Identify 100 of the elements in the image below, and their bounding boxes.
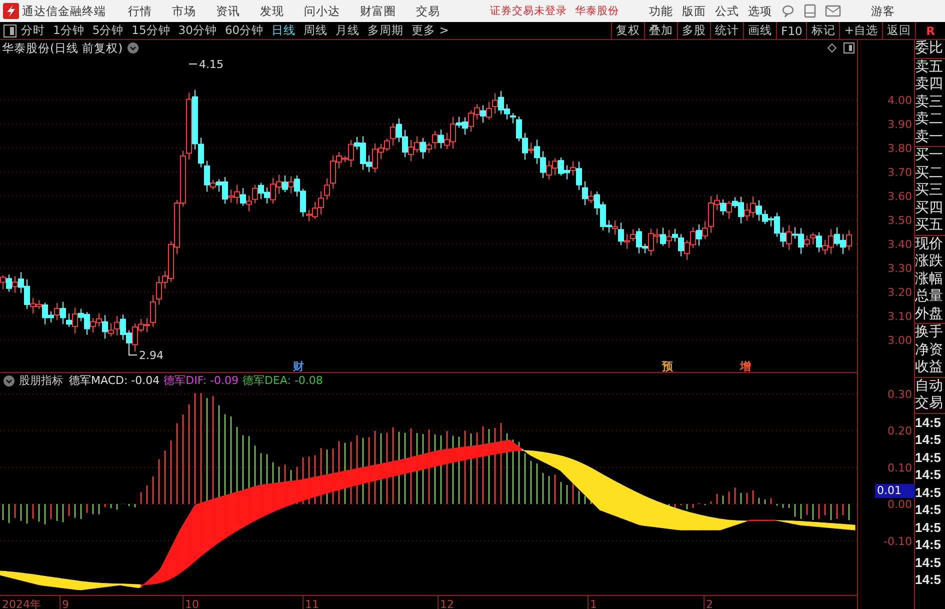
menu-item[interactable]: 行情	[128, 4, 152, 18]
trade-time: 14:5	[915, 536, 942, 554]
period-tab[interactable]: 周线	[304, 23, 328, 38]
quote-label: 涨跌	[915, 253, 944, 270]
trade-time: 14:5	[915, 571, 942, 588]
quote-label: 买三	[915, 182, 944, 200]
time-axis-label: 9	[62, 598, 69, 609]
quote-label: 买五	[915, 217, 944, 234]
period-tab[interactable]: 15分钟	[132, 23, 170, 38]
period-tab[interactable]: 多周期	[368, 23, 404, 38]
time-axis-label: 2024年	[2, 598, 41, 609]
event-marker: 增	[740, 360, 751, 372]
toolbar-button[interactable]: 多股	[677, 22, 710, 40]
menu-item[interactable]: 公式	[715, 4, 739, 18]
menu-item[interactable]: 问小达	[304, 4, 340, 18]
menu-item[interactable]: 交易	[416, 4, 440, 18]
macd-axis-label: 0.20	[888, 424, 912, 438]
price-axis-label: 3.40	[888, 238, 912, 251]
trade-time: 14:5	[915, 448, 942, 466]
period-tab[interactable]: 月线	[336, 23, 360, 38]
trade-time: 14:5	[915, 484, 942, 501]
period-tab[interactable]: 日线	[272, 23, 296, 38]
toolbar-button[interactable]: 标记	[806, 22, 840, 40]
cursor-value: 0.01	[875, 484, 915, 498]
price-axis-label: 3.60	[888, 190, 912, 203]
panel-tab[interactable]: R	[915, 22, 945, 40]
quote-label: 卖四	[915, 76, 944, 94]
time-axis-label: 10	[185, 598, 199, 609]
quote-label: 净资	[915, 342, 944, 359]
quote-label: 外盘	[915, 306, 944, 323]
app-name: 通达信金融终端	[22, 4, 106, 18]
trade-time: 14:5	[915, 518, 942, 536]
high-price-label: 4.15	[199, 58, 224, 71]
menu-item[interactable]: 发现	[260, 4, 284, 18]
quote-label: 总量	[915, 288, 944, 306]
macd-axis-label: 0.00	[888, 498, 912, 512]
quote-label: 涨幅	[915, 270, 944, 288]
trade-time: 14:5	[915, 554, 942, 571]
trade-time: 14:5	[915, 501, 942, 518]
macd-axis-label: -0.10	[884, 534, 912, 548]
toolbar-button[interactable]: 返回	[882, 22, 915, 40]
quote-label: 自动	[915, 378, 944, 395]
macd-axis-label: 0.30	[888, 388, 912, 401]
indicator-name[interactable]: 股朋指标	[19, 373, 63, 388]
trade-time: 14:5	[915, 466, 942, 484]
stock-name: 华泰股份	[575, 4, 619, 18]
toolbar-button[interactable]: +自选	[839, 22, 882, 40]
period-tab[interactable]: 60分钟	[224, 23, 264, 38]
price-axis-label: 3.20	[888, 286, 912, 299]
toolbar-button[interactable]: 复权	[611, 22, 644, 40]
period-tab[interactable]: 5分钟	[92, 23, 124, 38]
quote-label: 委比	[915, 40, 944, 58]
macd-axis-label: 0.10	[888, 461, 912, 474]
period-tab[interactable]: 分时	[21, 23, 45, 38]
price-axis-label: 3.50	[888, 214, 912, 227]
quote-label: 交易	[915, 395, 944, 412]
toolbar-button[interactable]: 画线	[743, 22, 776, 40]
trade-time: 14:5	[915, 414, 942, 431]
toolbar-button[interactable]: F10	[776, 22, 806, 40]
quote-label: 买二	[915, 164, 944, 182]
toolbar-button[interactable]: 叠加	[644, 22, 678, 40]
menu-item[interactable]: 市场	[172, 4, 196, 18]
period-tab[interactable]: 1分钟	[53, 23, 84, 38]
quote-label: 卖二	[915, 111, 944, 128]
price-axis-label: 3.80	[888, 142, 912, 155]
quote-label: 现价	[915, 236, 944, 253]
price-axis-label: 3.30	[888, 262, 912, 275]
low-price-label: 2.94	[139, 349, 164, 362]
event-marker: 预	[662, 360, 673, 372]
menu-item[interactable]: 功能	[649, 4, 673, 18]
time-axis-label: 12	[440, 598, 454, 609]
period-tab[interactable]: 30分钟	[178, 23, 217, 38]
indicator-value: 德军DIF: -0.09	[164, 373, 238, 388]
quote-label: 卖五	[915, 58, 944, 76]
price-axis-label: 4.00	[888, 94, 912, 107]
quote-label: 换手	[915, 324, 944, 342]
price-axis-label: 3.90	[888, 118, 912, 131]
login-status[interactable]: 证券交易未登录	[490, 4, 567, 18]
quote-label: 收益	[915, 359, 944, 376]
indicator-value: 德军MACD: -0.04	[69, 373, 160, 388]
menu-item[interactable]: 资讯	[216, 4, 240, 18]
price-axis-label: 3.10	[888, 310, 912, 323]
time-axis-label: 2	[706, 598, 713, 609]
quote-label: 买一	[915, 147, 944, 164]
user-name[interactable]: 游客	[871, 4, 895, 18]
menu-item[interactable]: 财富圈	[360, 4, 396, 18]
toolbar-button[interactable]: 统计	[710, 22, 744, 40]
time-axis-label: 11	[305, 598, 319, 609]
time-axis-label: 1	[590, 598, 597, 609]
menu-item[interactable]: 选项	[748, 4, 772, 18]
menu-item[interactable]: 版面	[682, 4, 706, 18]
event-marker: 财	[293, 360, 304, 372]
quote-label: 卖三	[915, 94, 944, 111]
trade-time: 14:5	[915, 431, 942, 448]
price-axis-label: 3.70	[888, 166, 912, 179]
quote-label: 卖一	[915, 128, 944, 146]
chart-title: 华泰股份(日线 前复权)	[2, 40, 123, 56]
price-axis-label: 3.00	[888, 334, 912, 347]
indicator-value: 德军DEA: -0.08	[242, 373, 323, 388]
more-button[interactable]: 更多 >	[412, 23, 449, 38]
